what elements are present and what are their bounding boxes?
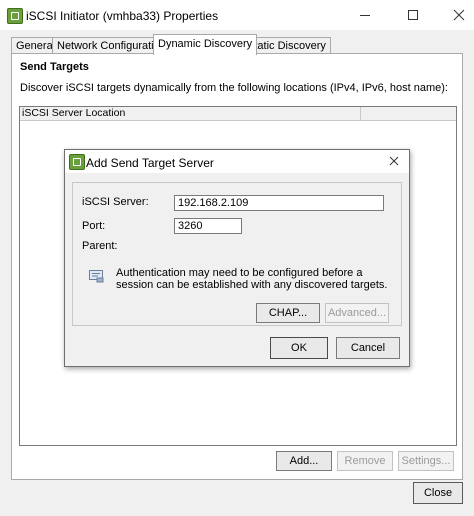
- minimize-icon[interactable]: [357, 7, 373, 23]
- tab-dynamic-discovery[interactable]: Dynamic Discovery: [153, 34, 258, 55]
- ok-button[interactable]: OK: [270, 337, 328, 359]
- column-header-server-location[interactable]: iSCSI Server Location: [22, 107, 125, 119]
- vmware-app-icon: [69, 154, 85, 170]
- close-icon[interactable]: [451, 7, 467, 23]
- description-text: Discover iSCSI targets dynamically from …: [20, 82, 448, 94]
- port-input[interactable]: 3260: [174, 218, 242, 234]
- info-icon: [88, 269, 104, 283]
- close-button[interactable]: Close: [413, 482, 463, 504]
- remove-button[interactable]: Remove: [337, 451, 393, 471]
- add-button[interactable]: Add...: [276, 451, 332, 471]
- window-title: iSCSI Initiator (vmhba33) Properties: [26, 9, 219, 23]
- iscsi-server-label: iSCSI Server:: [82, 196, 149, 208]
- maximize-icon[interactable]: [405, 7, 421, 23]
- section-title: Send Targets: [20, 61, 89, 73]
- column-divider: [360, 107, 361, 120]
- advanced-button[interactable]: Advanced...: [325, 303, 389, 323]
- settings-button[interactable]: Settings...: [398, 451, 454, 471]
- port-label: Port:: [82, 220, 106, 232]
- dialog-title: Add Send Target Server: [86, 156, 214, 170]
- chap-button[interactable]: CHAP...: [256, 303, 320, 323]
- vmware-app-icon: [7, 8, 23, 24]
- iscsi-server-input[interactable]: 192.168.2.109: [174, 195, 384, 211]
- dialog-close-icon[interactable]: [386, 153, 402, 169]
- cancel-button[interactable]: Cancel: [336, 337, 400, 359]
- parent-label: Parent:: [82, 240, 118, 252]
- authentication-info-text: Authentication may need to be configured…: [116, 267, 388, 291]
